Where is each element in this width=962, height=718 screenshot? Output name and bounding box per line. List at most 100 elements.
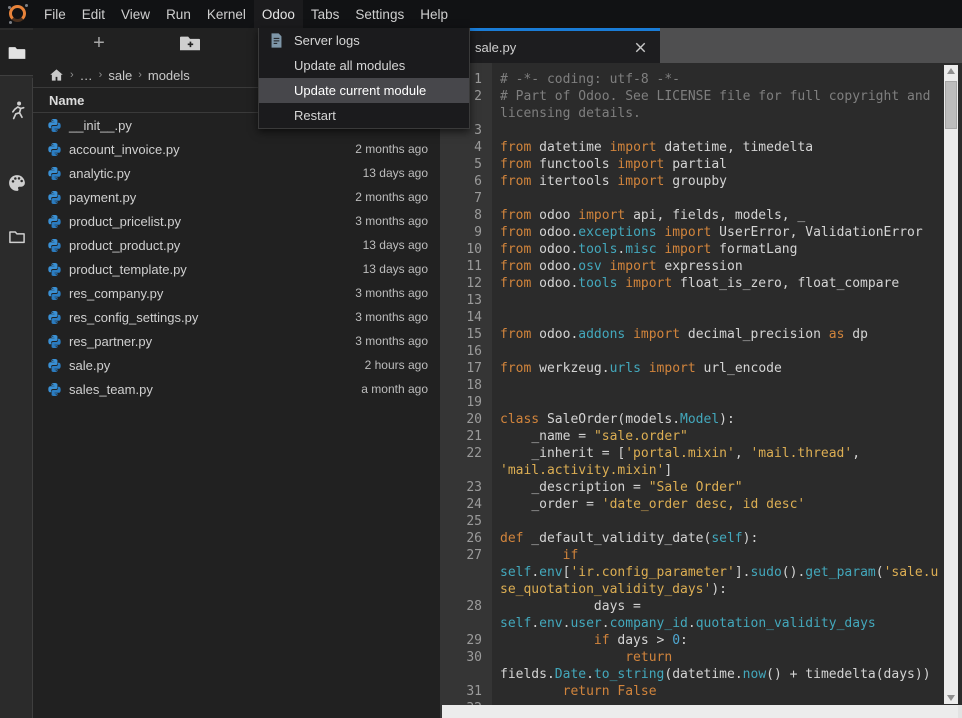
- file-row-sales_team.py[interactable]: sales_team.pya month ago: [33, 377, 440, 401]
- breadcrumb: › … › sale › models: [49, 64, 190, 86]
- menu-item-label: Update current module: [294, 83, 426, 98]
- file-row-res_partner.py[interactable]: res_partner.py3 months ago: [33, 329, 440, 353]
- horizontal-scrollbar[interactable]: [442, 705, 962, 718]
- file-modified: 13 days ago: [363, 262, 428, 276]
- python-icon: [47, 358, 62, 373]
- line-number: 8: [440, 207, 492, 224]
- menu-settings[interactable]: Settings: [347, 0, 412, 28]
- editor-dock-panel: sale.py 1# -*- coding: utf-8 -*-2# Part …: [440, 28, 962, 718]
- file-modified: 3 months ago: [355, 214, 428, 228]
- line-number: 27: [440, 547, 492, 598]
- line-number: 10: [440, 241, 492, 258]
- code-text: _name = "sale.order": [500, 428, 939, 445]
- sidebar-tab-running[interactable]: [0, 88, 33, 134]
- code-line-9: 9from odoo.exceptions import UserError, …: [440, 224, 939, 241]
- menu-file[interactable]: File: [36, 0, 74, 28]
- menu-edit[interactable]: Edit: [74, 0, 113, 28]
- file-name: product_product.py: [69, 238, 180, 253]
- file-name: analytic.py: [69, 166, 130, 181]
- code-line-28: 28 days = self.env.user.company_id.quota…: [440, 598, 939, 632]
- code-text: from odoo.tools.misc import formatLang: [500, 241, 939, 258]
- code-line-27: 27 if self.env['ir.config_parameter'].su…: [440, 547, 939, 598]
- python-icon: [47, 142, 62, 157]
- code-text: days = self.env.user.company_id.quotatio…: [500, 598, 939, 632]
- jupyterlab-window: FileEditViewRunKernelOdooTabsSettingsHel…: [0, 0, 962, 718]
- code-line-26: 26 def _default_validity_date(self):: [440, 530, 939, 547]
- code-line-8: 8 from odoo import api, fields, models, _: [440, 207, 939, 224]
- scroll-up-arrow[interactable]: [947, 68, 955, 74]
- scroll-down-arrow[interactable]: [947, 695, 955, 701]
- vertical-scrollbar[interactable]: [944, 65, 958, 704]
- line-number: 26: [440, 530, 492, 547]
- code-text: _order = 'date_order desc, id desc': [500, 496, 939, 513]
- tab-sale-py[interactable]: sale.py: [440, 28, 660, 63]
- python-icon: [47, 334, 62, 349]
- file-modified: 3 months ago: [355, 310, 428, 324]
- file-name: res_company.py: [69, 286, 163, 301]
- menu-items: FileEditViewRunKernelOdooTabsSettingsHel…: [36, 0, 456, 28]
- file-modified: a month ago: [361, 382, 428, 396]
- line-number: 14: [440, 309, 492, 326]
- sidebar-tab-commands[interactable]: [0, 160, 33, 206]
- new-launcher-button[interactable]: +: [89, 30, 109, 56]
- code-text: if days > 0:: [500, 632, 939, 649]
- file-name: account_invoice.py: [69, 142, 180, 157]
- file-modified: 13 days ago: [363, 166, 428, 180]
- breadcrumb-ellipsis[interactable]: …: [80, 68, 93, 83]
- menu-kernel[interactable]: Kernel: [199, 0, 254, 28]
- vertical-scrollbar-thumb[interactable]: [945, 81, 957, 129]
- file-row-product_pricelist.py[interactable]: product_pricelist.py3 months ago: [33, 209, 440, 233]
- code-text: [500, 190, 939, 207]
- odoo-dropdown-menu: Server logs Update all modules Update curr…: [258, 28, 470, 129]
- file-row-payment.py[interactable]: payment.py2 months ago: [33, 185, 440, 209]
- line-number: 21: [440, 428, 492, 445]
- code-text: from odoo.addons import decimal_precisio…: [500, 326, 939, 343]
- file-row-res_config_settings.py[interactable]: res_config_settings.py3 months ago: [33, 305, 440, 329]
- menu-item-update-current-module[interactable]: Update current module: [259, 78, 469, 103]
- menu-help[interactable]: Help: [412, 0, 456, 28]
- file-row-account_invoice.py[interactable]: account_invoice.py2 months ago: [33, 137, 440, 161]
- line-number: 7: [440, 190, 492, 207]
- code-text: _inherit = ['portal.mixin', 'mail.thread…: [500, 445, 939, 479]
- menu-item-label: Update all modules: [294, 58, 405, 73]
- line-number: 6: [440, 173, 492, 190]
- line-number: 12: [440, 275, 492, 292]
- file-row-product_template.py[interactable]: product_template.py13 days ago: [33, 257, 440, 281]
- menu-run[interactable]: Run: [158, 0, 199, 28]
- sidebar-tab-files[interactable]: [0, 30, 33, 76]
- breadcrumb-separator: ›: [99, 69, 103, 81]
- logo-ring: [9, 5, 26, 22]
- breadcrumb-item-models[interactable]: models: [148, 68, 190, 83]
- code-text: from odoo.osv import expression: [500, 258, 939, 275]
- code-text: [500, 394, 939, 411]
- code-line-1: 1# -*- coding: utf-8 -*-: [440, 71, 939, 88]
- file-row-analytic.py[interactable]: analytic.py 13 days ago: [33, 161, 440, 185]
- python-icon: [47, 310, 62, 325]
- file-row-product_product.py[interactable]: product_product.py13 days ago: [33, 233, 440, 257]
- menu-item-server-logs[interactable]: Server logs: [259, 28, 469, 53]
- file-modified: 2 months ago: [355, 190, 428, 204]
- menu-item-update-all-modules[interactable]: Update all modules: [259, 53, 469, 78]
- code-text: _description = "Sale Order": [500, 479, 939, 496]
- code-line-21: 21 _name = "sale.order": [440, 428, 939, 445]
- code-text: [500, 292, 939, 309]
- breadcrumb-item-sale[interactable]: sale: [108, 68, 132, 83]
- menu-tabs[interactable]: Tabs: [303, 0, 348, 28]
- code-text: def _default_validity_date(self):: [500, 530, 939, 547]
- file-browser-panel: + › … › sale › models Name __init__.pyac…: [33, 28, 440, 718]
- home-icon[interactable]: [49, 68, 64, 82]
- close-icon[interactable]: [633, 40, 648, 55]
- code-text: # -*- coding: utf-8 -*-: [500, 71, 939, 88]
- file-row-sale.py[interactable]: sale.py2 hours ago: [33, 353, 440, 377]
- menu-item-restart[interactable]: Restart: [259, 103, 469, 128]
- menu-view[interactable]: View: [113, 0, 158, 28]
- sidebar-tab-open-tabs[interactable]: [0, 214, 33, 260]
- menu-odoo[interactable]: Odoo: [254, 0, 303, 28]
- line-number: 31: [440, 683, 492, 700]
- line-number: 25: [440, 513, 492, 530]
- file-row-res_company.py[interactable]: res_company.py3 months ago: [33, 281, 440, 305]
- new-folder-button[interactable]: [179, 33, 201, 53]
- code-editor[interactable]: 1# -*- coding: utf-8 -*-2# Part of Odoo.…: [440, 63, 962, 718]
- code-text: from datetime import datetime, timedelta: [500, 139, 939, 156]
- code-text: from odoo import api, fields, models, _: [500, 207, 939, 224]
